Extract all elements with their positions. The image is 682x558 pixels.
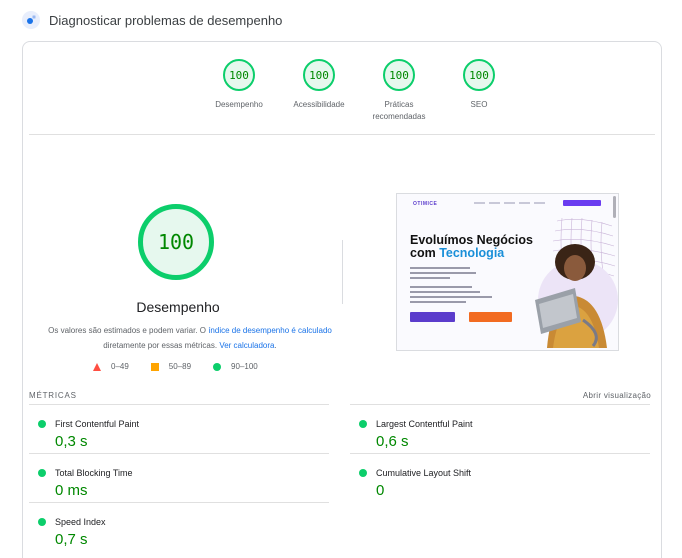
- gauge-seo[interactable]: 100 SEO: [439, 59, 519, 123]
- diagnose-title: Diagnosticar problemas de desempenho: [49, 12, 283, 28]
- screenshot-nav-links: [474, 202, 549, 204]
- screenshot-text-line: [410, 267, 470, 269]
- square-icon: [150, 362, 159, 371]
- main-performance-gauge: 100: [138, 204, 214, 280]
- metric-cumulative-layout-shift: Cumulative Layout Shift 0: [350, 453, 650, 502]
- metric-name: Total Blocking Time: [55, 468, 133, 478]
- gauge-label: SEO: [470, 100, 488, 109]
- metric-name: Speed Index: [55, 517, 106, 527]
- score-ring: 100: [223, 59, 255, 91]
- score-legend: 0–49 50–89 90–100: [93, 362, 280, 371]
- summary-gauges: 100 Desempenho 100 Acessibilidade 100 Pr…: [199, 59, 519, 123]
- circle-icon: [213, 362, 222, 371]
- expand-view-toggle[interactable]: Abrir visualização: [583, 391, 651, 400]
- screenshot-secondary-button: [469, 312, 512, 322]
- legend-pass: 90–100: [213, 362, 258, 371]
- note-text: .: [274, 341, 277, 350]
- metric-value: 0,6 s: [376, 433, 409, 450]
- headline-accent: Tecnologia: [439, 246, 505, 260]
- metric-first-contentful-paint: First Contentful Paint 0,3 s: [29, 404, 329, 453]
- person-with-laptop-image: [535, 244, 618, 348]
- pass-circle-icon: [38, 469, 46, 477]
- metric-value: 0 ms: [55, 482, 88, 499]
- gauge-label: Desempenho: [215, 100, 263, 109]
- gauge-performance[interactable]: 100 Desempenho: [199, 59, 279, 123]
- screenshot-text-line: [410, 301, 466, 303]
- note-text: Os valores são estimados e podem variar.…: [48, 326, 209, 335]
- screenshot-text-line: [410, 272, 476, 274]
- report-card: 100 Desempenho 100 Acessibilidade 100 Pr…: [22, 41, 662, 558]
- note-text: diretamente por essas métricas.: [103, 341, 220, 350]
- legend-label: 50–89: [168, 362, 192, 371]
- metrics-heading: MÉTRICAS: [29, 391, 77, 400]
- pass-circle-icon: [38, 420, 46, 428]
- screenshot-text-line: [410, 277, 450, 279]
- divider: [29, 134, 655, 135]
- gauge-best-practices[interactable]: 100 Práticas recomendadas: [359, 59, 439, 123]
- screenshot-scrollbar: [613, 196, 616, 218]
- metric-value: 0: [376, 482, 385, 499]
- screenshot-nav-button: [563, 200, 601, 206]
- screenshot-text-line: [410, 286, 472, 288]
- score-ring: 100: [383, 59, 415, 91]
- calculator-link[interactable]: Ver calculadora: [219, 341, 274, 350]
- metric-name: Largest Contentful Paint: [376, 419, 473, 429]
- score-calculation-link[interactable]: índice de desempenho é calculado: [208, 326, 332, 335]
- triangle-icon: [93, 362, 101, 371]
- main-gauge-label: Desempenho: [136, 299, 220, 315]
- score-note: Os valores são estimados e podem variar.…: [45, 323, 335, 353]
- screenshot-headline: Evoluímos Negócios com Tecnologia: [410, 234, 533, 260]
- lighthouse-icon: [22, 11, 40, 29]
- metric-value: 0,3 s: [55, 433, 88, 450]
- legend-average: 50–89: [150, 362, 192, 371]
- gauge-accessibility[interactable]: 100 Acessibilidade: [279, 59, 359, 123]
- score-ring: 100: [463, 59, 495, 91]
- metric-speed-index: Speed Index 0,7 s: [29, 502, 329, 551]
- pass-circle-icon: [359, 469, 367, 477]
- vertical-divider: [342, 240, 343, 304]
- headline-line: com Tecnologia: [410, 247, 533, 260]
- main-score-ring: 100: [138, 204, 214, 280]
- page-screenshot-thumbnail[interactable]: OTIMICE Evoluímos Negócios com Tecnologi…: [396, 193, 619, 351]
- metric-value: 0,7 s: [55, 531, 88, 548]
- legend-fail: 0–49: [93, 362, 129, 371]
- gauge-label: Acessibilidade: [293, 100, 345, 109]
- metric-largest-contentful-paint: Largest Contentful Paint 0,6 s: [350, 404, 650, 453]
- headline-plain: com: [410, 246, 440, 260]
- metric-total-blocking-time: Total Blocking Time 0 ms: [29, 453, 329, 502]
- diagnose-header: Diagnosticar problemas de desempenho: [22, 11, 282, 29]
- metric-name: Cumulative Layout Shift: [376, 468, 472, 478]
- pass-circle-icon: [38, 518, 46, 526]
- legend-label: 90–100: [231, 362, 258, 371]
- screenshot-primary-button: [410, 312, 455, 322]
- screenshot-text-line: [410, 296, 492, 298]
- screenshot-text-line: [410, 291, 480, 293]
- metric-name: First Contentful Paint: [55, 419, 140, 429]
- pass-circle-icon: [359, 420, 367, 428]
- gauge-label: Práticas recomendadas: [372, 100, 426, 121]
- score-ring: 100: [303, 59, 335, 91]
- screenshot-logo: OTIMICE: [413, 201, 438, 207]
- legend-label: 0–49: [111, 362, 129, 371]
